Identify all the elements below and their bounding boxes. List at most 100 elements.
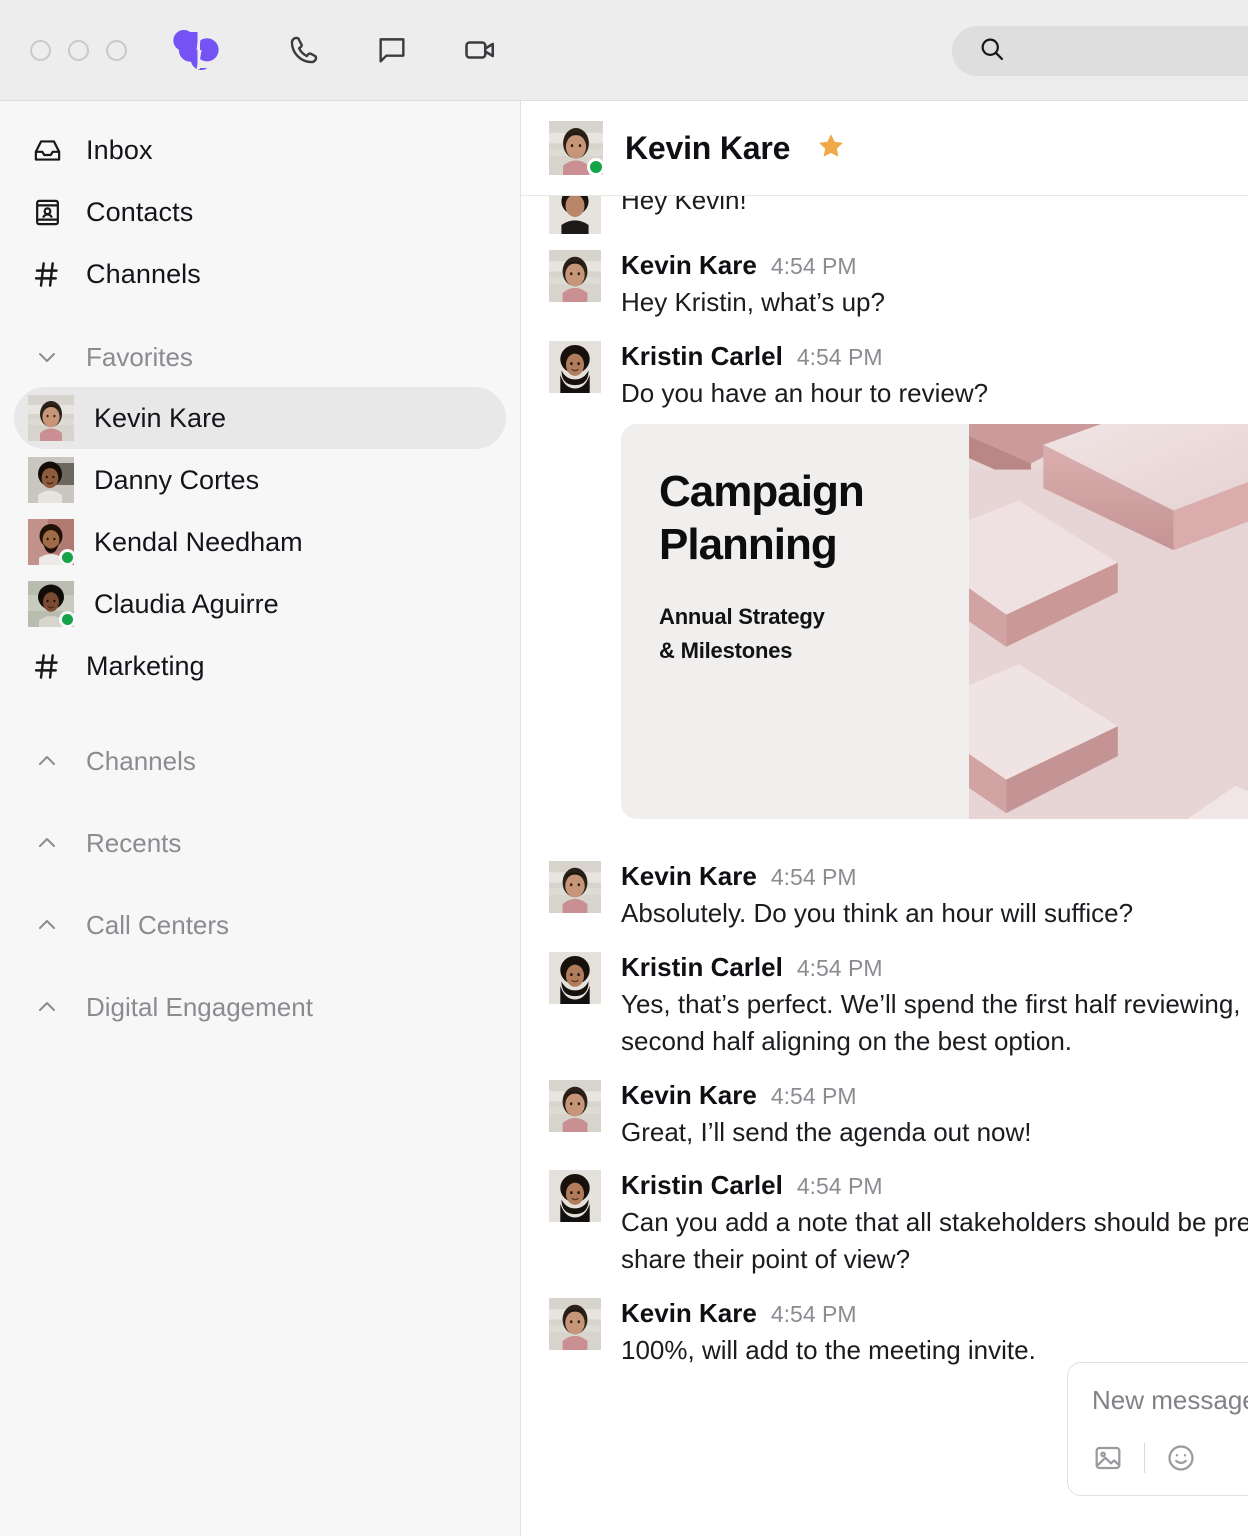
video-camera-icon[interactable]	[460, 30, 500, 70]
toolbar-divider	[1144, 1443, 1145, 1473]
attachment-title-line2: Planning	[659, 519, 838, 569]
attachment-card[interactable]: Campaign Planning Annual Strategy & Mile…	[621, 423, 1248, 819]
section-recents-header[interactable]: Recents	[0, 813, 520, 873]
star-icon[interactable]	[816, 131, 846, 166]
contacts-card-icon	[30, 195, 64, 229]
message-text: Yes, that’s perfect. We’ll spend the fir…	[621, 988, 1248, 1056]
section-label: Recents	[86, 827, 182, 858]
emoji-icon[interactable]	[1165, 1442, 1197, 1474]
avatar	[549, 196, 601, 234]
search-container	[952, 26, 1248, 76]
message-timestamp: 4:54 PM	[770, 1082, 857, 1109]
message-row: Kristin Carlel 4:54 PM Do you have an ho…	[549, 340, 1248, 841]
favorite-name: Kevin Kare	[94, 402, 227, 433]
sidebar-item-label: Contacts	[86, 196, 194, 227]
message-text: Hey Kristin, what’s up?	[621, 287, 885, 317]
message-timestamp: 4:54 PM	[796, 343, 883, 370]
sidebar-item-kendal-needham[interactable]: Kendal Needham	[14, 511, 506, 573]
message-text: Do you have an hour to review?	[621, 377, 989, 408]
message-sender: Kevin Kare	[621, 860, 757, 891]
minimize-button[interactable]	[68, 39, 89, 61]
image-attach-icon[interactable]	[1092, 1442, 1124, 1474]
chevron-up-icon	[34, 912, 60, 938]
message-text: Can you add a note that all stakeholders…	[621, 1207, 1248, 1275]
favorite-name: Kendal Needham	[94, 526, 303, 557]
message-composer[interactable]: New message	[1067, 1362, 1248, 1496]
message-list[interactable]: Hey Kevin! Kevin Kare 4:54 PM Hey Kristi…	[521, 196, 1248, 1536]
sidebar-item-contacts[interactable]: Contacts	[0, 181, 520, 243]
online-status-dot	[587, 158, 605, 176]
section-label: Digital Engagement	[86, 991, 313, 1022]
chevron-down-icon	[34, 344, 60, 370]
online-status-dot	[59, 611, 76, 628]
sidebar-item-danny-cortes[interactable]: Danny Cortes	[14, 449, 506, 511]
message-sender: Kristin Carlel	[621, 340, 783, 371]
page-title: Kevin Kare	[625, 129, 791, 166]
avatar[interactable]	[549, 1079, 601, 1132]
message-clipped: Hey Kevin!	[549, 196, 1248, 234]
hash-icon	[30, 649, 64, 683]
favorite-name: Danny Cortes	[94, 464, 260, 495]
sidebar-item-inbox[interactable]: Inbox	[0, 119, 520, 181]
section-channels-header[interactable]: Channels	[0, 731, 520, 791]
dialpad-logo[interactable]	[170, 28, 228, 72]
sidebar-item-claudia-aguirre[interactable]: Claudia Aguirre	[14, 573, 506, 635]
message-timestamp: 4:54 PM	[770, 1301, 857, 1328]
search-icon	[978, 35, 1006, 68]
app-window: Inbox Contacts Channels Favorites Kevin …	[0, 0, 1248, 1536]
message-text: Absolutely. Do you think an hour will su…	[621, 897, 1134, 928]
message-timestamp: 4:54 PM	[796, 1173, 883, 1200]
sidebar-item-channels[interactable]: Channels	[0, 243, 520, 305]
section-favorites-header[interactable]: Favorites	[0, 327, 520, 387]
avatar[interactable]	[549, 1170, 601, 1223]
avatar[interactable]	[549, 860, 601, 913]
section-label: Call Centers	[86, 909, 230, 940]
message-text: Great, I’ll send the agenda out now!	[621, 1116, 1032, 1147]
message-sender: Kevin Kare	[621, 250, 757, 280]
maximize-button[interactable]	[106, 39, 127, 61]
message-sender: Kevin Kare	[621, 1079, 757, 1110]
attachment-title-line1: Campaign	[659, 466, 865, 516]
chat-bubble-icon[interactable]	[372, 30, 412, 70]
hash-icon	[30, 257, 64, 291]
search-bar[interactable]	[952, 26, 1248, 76]
message-timestamp: 4:54 PM	[796, 954, 883, 981]
titlebar-actions	[284, 30, 500, 70]
chevron-up-icon	[34, 748, 60, 774]
chevron-up-icon	[34, 830, 60, 856]
message-text: Hey Kevin!	[621, 196, 747, 215]
sidebar-item-marketing[interactable]: Marketing	[0, 635, 520, 697]
message-timestamp: 4:54 PM	[770, 863, 857, 890]
close-button[interactable]	[30, 39, 51, 61]
message-row: Kevin Kare 4:54 PM Absolutely. Do you th…	[549, 860, 1248, 932]
avatar[interactable]	[549, 121, 605, 176]
channel-label: Marketing	[86, 650, 205, 681]
online-status-dot	[59, 549, 76, 566]
avatar[interactable]	[549, 951, 601, 1004]
favorite-name: Claudia Aguirre	[94, 588, 279, 619]
section-label: Channels	[86, 745, 196, 776]
message-timestamp: 4:54 PM	[770, 253, 857, 279]
search-input[interactable]	[1020, 40, 1248, 62]
chat-header: Kevin Kare	[521, 101, 1248, 196]
message-row: Kevin Kare 4:54 PM 100%, will add to the…	[549, 1298, 1248, 1369]
sidebar: Inbox Contacts Channels Favorites Kevin …	[0, 101, 521, 1536]
avatar[interactable]	[549, 1298, 601, 1351]
message-row: Kristin Carlel 4:54 PM Can you add a not…	[549, 1170, 1248, 1278]
chevron-up-icon	[34, 994, 60, 1020]
avatar[interactable]	[549, 250, 601, 302]
message-row: Kristin Carlel 4:54 PM Yes, that’s perfe…	[549, 951, 1248, 1060]
chat-pane: Kevin Kare Hey Kevin! Kevin Kare 4:54 PM…	[521, 101, 1248, 1536]
avatar[interactable]	[549, 340, 601, 393]
phone-icon[interactable]	[284, 30, 324, 70]
attachment-subtitle-line2: & Milestones	[659, 638, 793, 664]
sidebar-item-kevin-kare[interactable]: Kevin Kare	[14, 387, 506, 449]
section-digital-engagement-header[interactable]: Digital Engagement	[0, 977, 520, 1037]
avatar	[28, 395, 74, 441]
message-sender: Kevin Kare	[621, 1298, 757, 1329]
attachment-text-panel: Campaign Planning Annual Strategy & Mile…	[621, 423, 969, 819]
attachment-image	[969, 423, 1248, 819]
section-call-centers-header[interactable]: Call Centers	[0, 895, 520, 955]
composer-placeholder[interactable]: New message	[1092, 1385, 1248, 1416]
avatar	[28, 581, 76, 628]
